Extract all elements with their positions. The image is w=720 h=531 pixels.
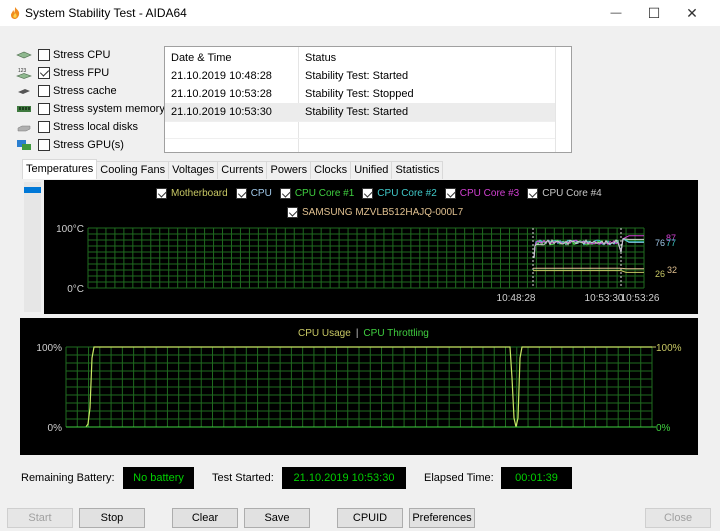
elapsed-time-label: Elapsed Time: xyxy=(424,472,494,484)
stress-cpu-checkbox[interactable] xyxy=(38,49,50,61)
x-label-now: 10:53:26 xyxy=(621,293,660,304)
test-started-label: Test Started: xyxy=(212,472,274,484)
memory-module-icon xyxy=(17,106,31,112)
window-title: System Stability Test - AIDA64 xyxy=(25,6,187,20)
stress-memory-checkbox[interactable] xyxy=(38,103,50,115)
cpu-usage-plot: 100% 0% 100% 0% xyxy=(36,343,682,434)
value-motherboard: 26 xyxy=(655,269,665,279)
tab-powers[interactable]: Powers xyxy=(266,161,312,179)
stress-fpu-option[interactable]: 123 Stress FPU xyxy=(16,64,165,82)
y-min-label: 0°C xyxy=(67,284,84,295)
y-max-label: 100°C xyxy=(56,224,84,235)
tab-temperatures[interactable]: Temperatures xyxy=(22,159,98,179)
row-status: Stability Test: Started xyxy=(305,106,409,118)
stress-cache-option[interactable]: Stress cache xyxy=(16,82,165,100)
event-log-table[interactable]: Date & Time Status 21.10.2019 10:48:28 S… xyxy=(164,46,572,153)
battery-label: Remaining Battery: xyxy=(21,472,115,484)
value-ssd: 32 xyxy=(667,265,677,275)
right-min-label: 0% xyxy=(656,423,671,434)
stress-disks-label: Stress local disks xyxy=(53,121,138,133)
battery-value: No battery xyxy=(123,467,194,489)
svg-text:123: 123 xyxy=(18,68,27,74)
cpu-chip-icon xyxy=(16,51,32,59)
cache-icon xyxy=(18,89,30,94)
cpu-usage-graph: CPU Usage | CPU Throttling 100% 0% 100% … xyxy=(20,318,698,455)
right-max-label: 100% xyxy=(656,343,682,354)
stress-cpu-label: Stress CPU xyxy=(53,49,111,61)
row-datetime: 21.10.2019 10:53:28 xyxy=(171,88,272,100)
gpu-card-icon xyxy=(17,140,31,150)
temperature-plot: 100°C 0°C 10:48:28 10:53:30 10:53:26 87 … xyxy=(56,224,677,304)
stress-disks-option[interactable]: Stress local disks xyxy=(16,118,165,136)
tab-clocks[interactable]: Clocks xyxy=(310,161,352,179)
stress-cpu-option[interactable]: Stress CPU xyxy=(16,46,165,64)
tab-statistics[interactable]: Statistics xyxy=(391,161,444,179)
maximize-button[interactable]: ☐ xyxy=(636,0,672,26)
stress-cache-checkbox[interactable] xyxy=(38,85,50,97)
stress-fpu-checkbox[interactable] xyxy=(38,67,50,79)
column-header-status[interactable]: Status xyxy=(305,52,336,64)
row-datetime: 21.10.2019 10:48:28 xyxy=(171,70,272,82)
elapsed-time-value: 00:01:39 xyxy=(501,467,572,489)
close-button[interactable]: Close xyxy=(645,508,711,528)
row-divider xyxy=(165,121,555,122)
sensor-list-selection[interactable] xyxy=(24,187,41,193)
value-core2: 77 xyxy=(666,238,676,248)
stress-options: Stress CPU 123 Stress FPU Stress cache S… xyxy=(16,46,165,154)
sensor-tabs: Temperatures Cooling Fans Voltages Curre… xyxy=(22,159,444,179)
clear-button[interactable]: Clear xyxy=(172,508,238,528)
stress-disks-checkbox[interactable] xyxy=(38,121,50,133)
column-divider xyxy=(555,47,556,152)
temperature-graph: Motherboard CPU CPU Core #1 CPU Core #2 … xyxy=(44,180,698,314)
cpuid-button[interactable]: CPUID xyxy=(337,508,403,528)
row-status: Stability Test: Started xyxy=(305,70,409,82)
tab-unified[interactable]: Unified xyxy=(350,161,393,179)
aida64-window: System Stability Test - AIDA64 — ☐ ✕ Str… xyxy=(0,0,720,531)
series-motherboard xyxy=(533,270,644,273)
stress-memory-option[interactable]: Stress system memory xyxy=(16,100,165,118)
minimize-icon: — xyxy=(610,7,622,19)
row-datetime: 21.10.2019 10:53:30 xyxy=(171,106,272,118)
column-header-datetime[interactable]: Date & Time xyxy=(171,52,232,64)
fpu-chip-icon: 123 xyxy=(16,68,32,79)
table-row[interactable]: 21.10.2019 10:53:28 Stability Test: Stop… xyxy=(165,85,555,103)
stress-cache-label: Stress cache xyxy=(53,85,117,97)
table-header: Date & Time Status xyxy=(165,49,555,67)
table-row-selected[interactable]: 21.10.2019 10:53:30 Stability Test: Star… xyxy=(165,103,555,121)
table-row[interactable]: 21.10.2019 10:48:28 Stability Test: Star… xyxy=(165,67,555,85)
tab-cooling-fans[interactable]: Cooling Fans xyxy=(96,161,170,179)
minimize-button[interactable]: — xyxy=(598,0,634,26)
save-button[interactable]: Save xyxy=(244,508,310,528)
test-started-value: 21.10.2019 10:53:30 xyxy=(282,467,406,489)
close-window-button[interactable]: ✕ xyxy=(674,0,710,26)
left-max-label: 100% xyxy=(36,343,62,354)
aida64-flame-icon xyxy=(11,7,20,19)
sensor-list-scrollbar[interactable] xyxy=(24,182,41,312)
start-button[interactable]: Start xyxy=(7,508,73,528)
stop-button[interactable]: Stop xyxy=(79,508,145,528)
left-min-label: 0% xyxy=(48,423,63,434)
row-divider xyxy=(165,138,555,139)
title-bar: System Stability Test - AIDA64 — ☐ ✕ xyxy=(0,0,720,26)
stress-fpu-label: Stress FPU xyxy=(53,67,110,79)
status-bar: Remaining Battery: No battery Test Start… xyxy=(0,467,720,491)
x-label-restart: 10:53:30 xyxy=(585,293,624,304)
row-status: Stability Test: Stopped xyxy=(305,88,414,100)
series-ssd xyxy=(533,267,644,270)
disk-drive-icon xyxy=(17,125,31,132)
close-icon: ✕ xyxy=(686,4,698,21)
x-label-start: 10:48:28 xyxy=(497,293,536,304)
preferences-button[interactable]: Preferences xyxy=(409,508,475,528)
value-cpu: 76 xyxy=(655,238,665,248)
tab-currents[interactable]: Currents xyxy=(217,161,268,179)
tab-voltages[interactable]: Voltages xyxy=(168,161,219,179)
maximize-icon: ☐ xyxy=(647,4,661,21)
stress-gpu-checkbox[interactable] xyxy=(38,139,50,151)
stress-memory-label: Stress system memory xyxy=(53,103,165,115)
stress-gpu-option[interactable]: Stress GPU(s) xyxy=(16,136,165,154)
stress-gpu-label: Stress GPU(s) xyxy=(53,139,124,151)
